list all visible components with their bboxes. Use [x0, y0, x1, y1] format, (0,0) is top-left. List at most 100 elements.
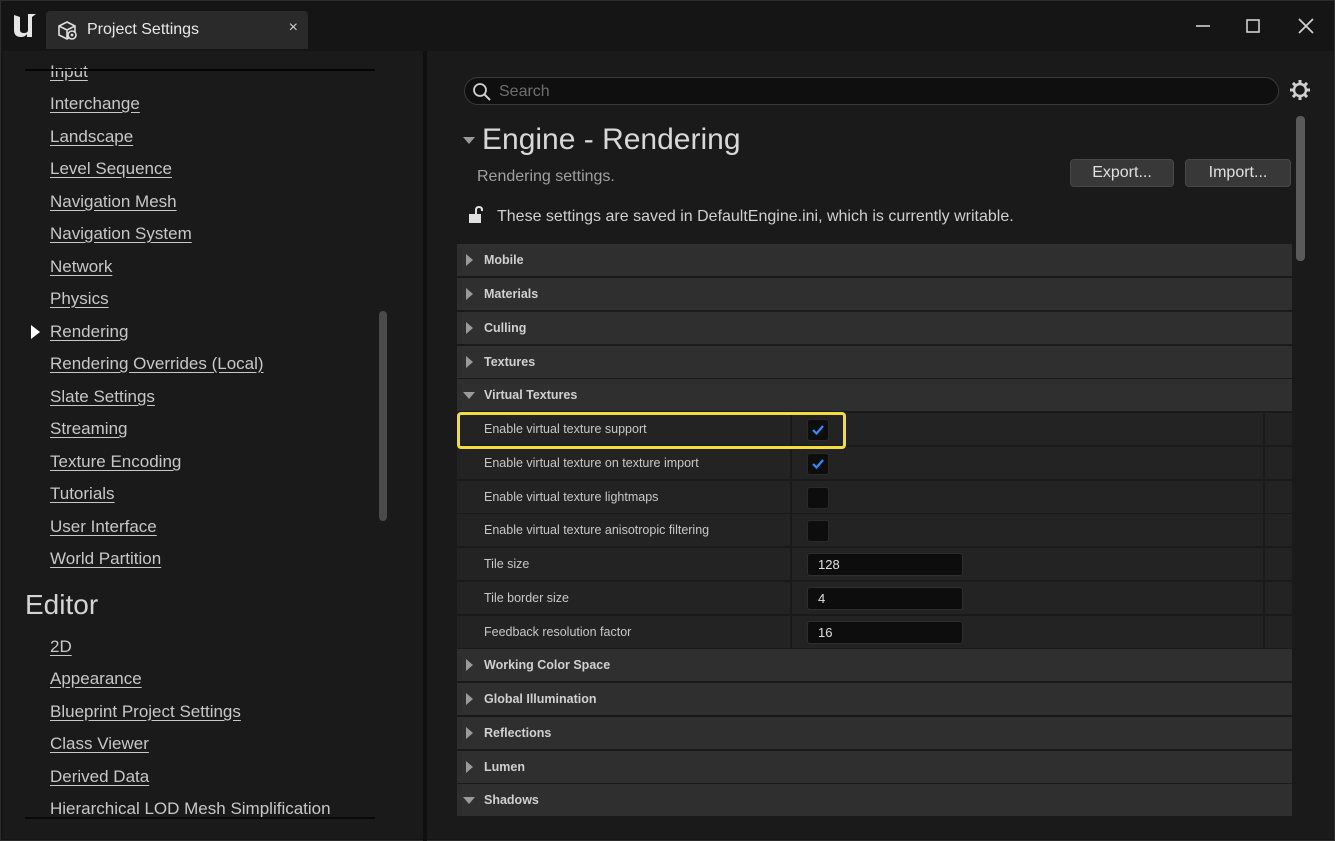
- settings-sidebar: Input Interchange Landscape Level Sequen…: [3, 51, 423, 839]
- sidebar-item-blueprint-project-settings[interactable]: Blueprint Project Settings: [50, 702, 241, 722]
- enable-vt-on-import-checkbox[interactable]: [807, 453, 829, 475]
- import-button[interactable]: Import...: [1185, 159, 1291, 187]
- engine-rendering-header: Engine - Rendering Rendering settings. E…: [457, 113, 1297, 243]
- property-label: Enable virtual texture anisotropic filte…: [484, 523, 710, 537]
- category-textures[interactable]: Textures: [457, 346, 1292, 379]
- category-shadows[interactable]: Shadows: [457, 784, 1292, 817]
- property-row-tile-size: Tile size 128: [457, 548, 1292, 581]
- sidebar-item-slate-settings[interactable]: Slate Settings: [50, 387, 155, 407]
- tab-project-settings[interactable]: Project Settings ×: [46, 11, 308, 49]
- category-label: Lumen: [484, 760, 525, 774]
- title-bar: Project Settings ×: [1, 1, 1334, 51]
- gear-icon[interactable]: [1289, 79, 1311, 101]
- property-label: Enable virtual texture support: [484, 422, 647, 436]
- sidebar-scrollbar[interactable]: [379, 311, 387, 521]
- category-label: Global Illumination: [484, 692, 597, 706]
- close-icon[interactable]: [1292, 13, 1320, 39]
- sidebar-item-streaming[interactable]: Streaming: [50, 419, 127, 439]
- expand-arrow-icon: [466, 322, 473, 334]
- sidebar-item-interchange[interactable]: Interchange: [50, 94, 140, 114]
- column-separator: [1263, 413, 1265, 446]
- category-global-illumination[interactable]: Global Illumination: [457, 683, 1292, 716]
- sidebar-item-2d[interactable]: 2D: [50, 637, 72, 657]
- category-lumen[interactable]: Lumen: [457, 751, 1292, 784]
- column-separator: [790, 548, 792, 581]
- export-button[interactable]: Export...: [1070, 159, 1174, 187]
- column-separator: [790, 481, 792, 514]
- category-materials[interactable]: Materials: [457, 278, 1292, 311]
- sidebar-item-world-partition[interactable]: World Partition: [50, 549, 161, 569]
- sidebar-item-navigation-system[interactable]: Navigation System: [50, 224, 192, 244]
- sidebar-bottom-shadow: [25, 817, 375, 819]
- sidebar-item-navigation-mesh[interactable]: Navigation Mesh: [50, 192, 177, 212]
- category-label: Materials: [484, 287, 539, 301]
- settings-cubes-icon: [58, 21, 77, 40]
- category-mobile[interactable]: Mobile: [457, 244, 1292, 277]
- sidebar-item-level-sequence[interactable]: Level Sequence: [50, 159, 172, 179]
- sidebar-item-class-viewer[interactable]: Class Viewer: [50, 734, 149, 754]
- section-title: Engine - Rendering: [482, 123, 741, 156]
- column-separator: [790, 616, 792, 649]
- column-separator: [790, 514, 792, 547]
- checkmark-icon: [812, 459, 824, 470]
- property-row-tile-border-size: Tile border size 4: [457, 582, 1292, 615]
- sidebar-item-rendering[interactable]: Rendering: [50, 322, 128, 342]
- category-reflections[interactable]: Reflections: [457, 717, 1292, 750]
- tab-title: Project Settings: [87, 21, 200, 38]
- column-separator: [1263, 514, 1265, 547]
- search-input[interactable]: [499, 81, 1259, 102]
- property-row-enable-vt-on-import: Enable virtual texture on texture import: [457, 447, 1292, 480]
- sidebar-item-hlod-mesh-simplification[interactable]: Hierarchical LOD Mesh Simplification: [50, 799, 331, 819]
- details-scrollbar[interactable]: [1296, 116, 1305, 261]
- expand-arrow-icon: [466, 254, 473, 266]
- column-separator: [1263, 582, 1265, 615]
- expand-arrow-icon: [466, 761, 473, 773]
- category-culling[interactable]: Culling: [457, 312, 1292, 345]
- settings-details-panel: Engine - Rendering Rendering settings. E…: [427, 51, 1334, 839]
- sidebar-item-network[interactable]: Network: [50, 257, 112, 277]
- sidebar-item-input[interactable]: Input: [50, 62, 88, 82]
- sidebar-item-texture-encoding[interactable]: Texture Encoding: [50, 452, 181, 472]
- sidebar-item-appearance[interactable]: Appearance: [50, 669, 142, 689]
- enable-vt-support-checkbox[interactable]: [807, 419, 829, 441]
- enable-vt-lightmaps-checkbox[interactable]: [807, 487, 829, 509]
- selected-arrow-icon: [31, 325, 40, 339]
- sidebar-item-tutorials[interactable]: Tutorials: [50, 484, 115, 504]
- sidebar-item-landscape[interactable]: Landscape: [50, 127, 133, 147]
- checkmark-icon: [812, 425, 824, 436]
- property-row-enable-vt-lightmaps: Enable virtual texture lightmaps: [457, 481, 1292, 514]
- maximize-icon[interactable]: [1239, 13, 1267, 39]
- category-label: Mobile: [484, 253, 524, 267]
- tile-border-size-input[interactable]: 4: [807, 587, 963, 610]
- tile-size-input[interactable]: 128: [807, 553, 963, 576]
- minimize-icon[interactable]: [1189, 13, 1217, 39]
- sidebar-item-user-interface[interactable]: User Interface: [50, 517, 157, 537]
- unreal-logo-icon: [14, 14, 36, 37]
- search-box: [464, 77, 1279, 105]
- column-separator: [790, 447, 792, 480]
- feedback-resolution-input[interactable]: 16: [807, 621, 963, 644]
- property-row-enable-vt-support: Enable virtual texture support: [457, 413, 1292, 446]
- sidebar-top-shadow: [25, 69, 375, 71]
- expand-arrow-icon: [466, 356, 473, 368]
- category-label: Textures: [484, 355, 536, 369]
- sidebar-item-physics[interactable]: Physics: [50, 289, 109, 309]
- collapse-arrow-icon: [463, 797, 475, 804]
- collapse-arrow-icon: [463, 392, 475, 399]
- expand-arrow-icon: [466, 288, 473, 300]
- property-label: Enable virtual texture lightmaps: [484, 490, 659, 504]
- tab-close-icon[interactable]: ×: [289, 19, 298, 37]
- sidebar-item-rendering-overrides[interactable]: Rendering Overrides (Local): [50, 354, 264, 374]
- column-separator: [790, 413, 792, 446]
- category-label: Reflections: [484, 726, 552, 740]
- sidebar-item-derived-data[interactable]: Derived Data: [50, 767, 149, 787]
- category-virtual-textures[interactable]: Virtual Textures: [457, 379, 1292, 412]
- category-working-color-space[interactable]: Working Color Space: [457, 649, 1292, 682]
- enable-vt-anisotropic-checkbox[interactable]: [807, 520, 829, 542]
- editor-section-heading: Editor: [25, 589, 99, 620]
- expand-arrow-icon: [466, 693, 473, 705]
- collapse-caret-icon[interactable]: [463, 137, 475, 144]
- property-row-enable-vt-anisotropic: Enable virtual texture anisotropic filte…: [457, 514, 1292, 547]
- unlock-icon: [469, 205, 483, 223]
- property-label: Tile size: [484, 557, 530, 571]
